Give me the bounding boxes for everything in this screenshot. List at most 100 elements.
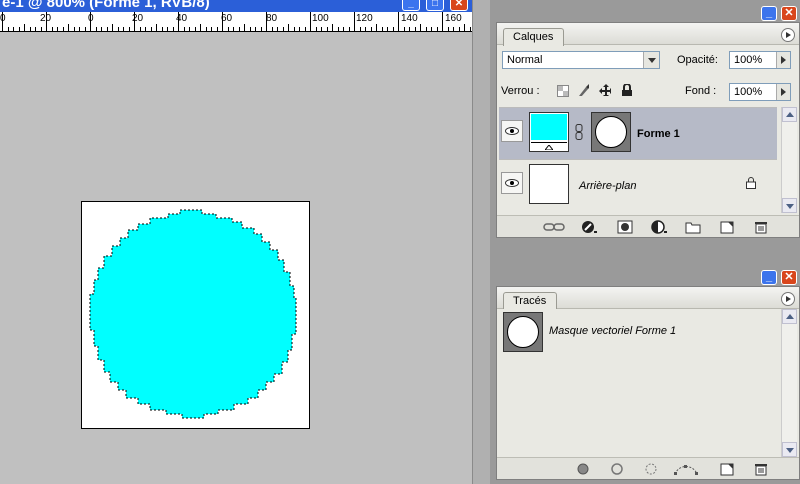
path-row-vector-mask[interactable]: Masque vectoriel Forme 1 xyxy=(499,309,777,355)
fill-path-icon xyxy=(577,463,589,475)
ruler-tick xyxy=(354,12,355,31)
lock-position-move-icon[interactable] xyxy=(599,84,611,96)
lock-image-brush-icon[interactable] xyxy=(577,84,589,96)
document-title: e-1 @ 800% (Forme 1, RVB/8) xyxy=(2,0,210,11)
ruler-tick xyxy=(46,12,47,31)
canvas-area[interactable] xyxy=(0,33,472,484)
layers-palette-menu-button[interactable] xyxy=(781,28,795,42)
layers-scrollbar[interactable] xyxy=(781,107,797,213)
scroll-down-button[interactable] xyxy=(782,442,797,457)
load-path-as-selection-button[interactable] xyxy=(643,462,659,476)
delete-layer-button[interactable] xyxy=(753,220,769,234)
ruler-tick xyxy=(172,27,174,31)
layer-name[interactable]: Arrière-plan xyxy=(579,180,636,192)
ruler-tick xyxy=(464,24,465,31)
stroke-path-button[interactable] xyxy=(609,462,625,476)
paths-palette: _ ✕ Tracés Masque vectoriel Forme 1 xyxy=(496,270,800,480)
vector-mask-thumbnail[interactable] xyxy=(591,112,631,152)
ruler-tick xyxy=(315,27,317,31)
opacity-slider-arrow-icon[interactable] xyxy=(776,52,790,68)
ruler-tick xyxy=(62,27,64,31)
ruler-tick xyxy=(288,24,289,31)
layers-minimize-button[interactable]: _ xyxy=(761,6,777,21)
background-thumbnail[interactable] xyxy=(529,164,569,204)
ruler-tick xyxy=(458,27,460,31)
scroll-down-button[interactable] xyxy=(782,198,797,213)
document-minimize-button[interactable]: _ xyxy=(402,0,420,11)
paths-palette-menu-button[interactable] xyxy=(781,292,795,306)
ruler-tick xyxy=(112,24,113,31)
layers-close-button[interactable]: ✕ xyxy=(781,6,797,21)
workspace-divider xyxy=(472,0,490,484)
opacity-field[interactable]: 100% xyxy=(729,51,791,69)
document-canvas[interactable] xyxy=(81,201,310,429)
link-layers-button[interactable] xyxy=(543,220,565,234)
new-adjustment-layer-button[interactable] xyxy=(651,220,667,234)
ruler-tick xyxy=(73,27,75,31)
document-close-button[interactable]: ✕ xyxy=(450,0,468,11)
chevron-down-icon xyxy=(643,52,659,68)
tab-traces[interactable]: Tracés xyxy=(503,292,558,310)
ruler-tick xyxy=(211,27,212,31)
fill-slider-arrow-icon[interactable] xyxy=(776,84,790,100)
ruler-tick xyxy=(7,27,9,31)
scroll-up-button[interactable] xyxy=(782,309,797,324)
new-layer-button[interactable] xyxy=(719,220,735,234)
path-thumbnail[interactable] xyxy=(503,312,543,352)
tab-calques[interactable]: Calques xyxy=(503,28,565,46)
ruler-label: 160 xyxy=(445,13,462,24)
ruler-tick xyxy=(24,24,25,31)
triangle-icon xyxy=(545,145,553,150)
paths-scrollbar[interactable] xyxy=(781,309,797,457)
lock-all-icon[interactable] xyxy=(621,84,633,96)
ruler-tick xyxy=(442,12,443,31)
make-work-path-button[interactable] xyxy=(673,462,699,476)
ruler-tick xyxy=(326,27,328,31)
layer-visibility-toggle[interactable] xyxy=(501,172,523,194)
lock-transparency-icon[interactable] xyxy=(557,85,569,97)
delete-path-button[interactable] xyxy=(753,462,769,476)
link-chain-icon[interactable] xyxy=(575,124,583,140)
ruler-tick xyxy=(68,24,69,31)
ruler-tick xyxy=(90,12,91,31)
fill-label: Fond : xyxy=(685,85,717,97)
fill-path-button[interactable] xyxy=(575,462,591,476)
layer-visibility-toggle[interactable] xyxy=(501,120,523,142)
ruler-tick xyxy=(161,27,163,31)
horizontal-ruler[interactable]: 0 20 0 20 40 60 80 100 120 140 160 xyxy=(0,12,472,32)
layer-fill-thumbnail[interactable] xyxy=(529,112,569,152)
new-layer-icon xyxy=(720,221,734,234)
paths-close-button[interactable]: ✕ xyxy=(781,270,797,285)
add-mask-button[interactable] xyxy=(617,220,633,234)
minimize-icon: _ xyxy=(408,0,414,9)
ruler-tick xyxy=(277,27,278,31)
blend-mode-select[interactable]: Normal xyxy=(502,51,660,69)
adjustment-layer-icon xyxy=(651,220,667,234)
document-title-bar[interactable]: e-1 @ 800% (Forme 1, RVB/8) _ □ ✕ xyxy=(0,0,472,12)
layer-row-forme-1[interactable]: Forme 1 xyxy=(499,107,777,159)
ruler-tick xyxy=(134,12,135,31)
layer-name[interactable]: Forme 1 xyxy=(637,128,680,140)
layer-row-arriere-plan[interactable]: Arrière-plan xyxy=(499,159,777,211)
link-icon xyxy=(543,223,565,231)
close-icon: ✕ xyxy=(784,7,794,19)
scroll-up-button[interactable] xyxy=(782,107,797,122)
path-name[interactable]: Masque vectoriel Forme 1 xyxy=(549,325,676,337)
ruler-tick xyxy=(222,12,223,31)
ruler-tick xyxy=(84,27,86,31)
paths-minimize-button[interactable]: _ xyxy=(761,270,777,285)
fx-style-icon xyxy=(582,221,597,233)
new-path-button[interactable] xyxy=(719,462,735,476)
eye-icon xyxy=(505,127,519,135)
close-icon: ✕ xyxy=(784,271,794,283)
fill-field[interactable]: 100% xyxy=(729,83,791,101)
ruler-tick xyxy=(244,24,245,31)
minimize-icon: _ xyxy=(765,7,773,19)
document-maximize-button[interactable]: □ xyxy=(426,0,444,11)
ruler-tick xyxy=(447,27,449,31)
ruler-tick xyxy=(387,27,388,31)
new-group-button[interactable] xyxy=(685,220,701,234)
ruler-tick xyxy=(332,24,333,31)
ruler-tick xyxy=(156,24,157,31)
add-layer-style-button[interactable] xyxy=(581,220,597,234)
